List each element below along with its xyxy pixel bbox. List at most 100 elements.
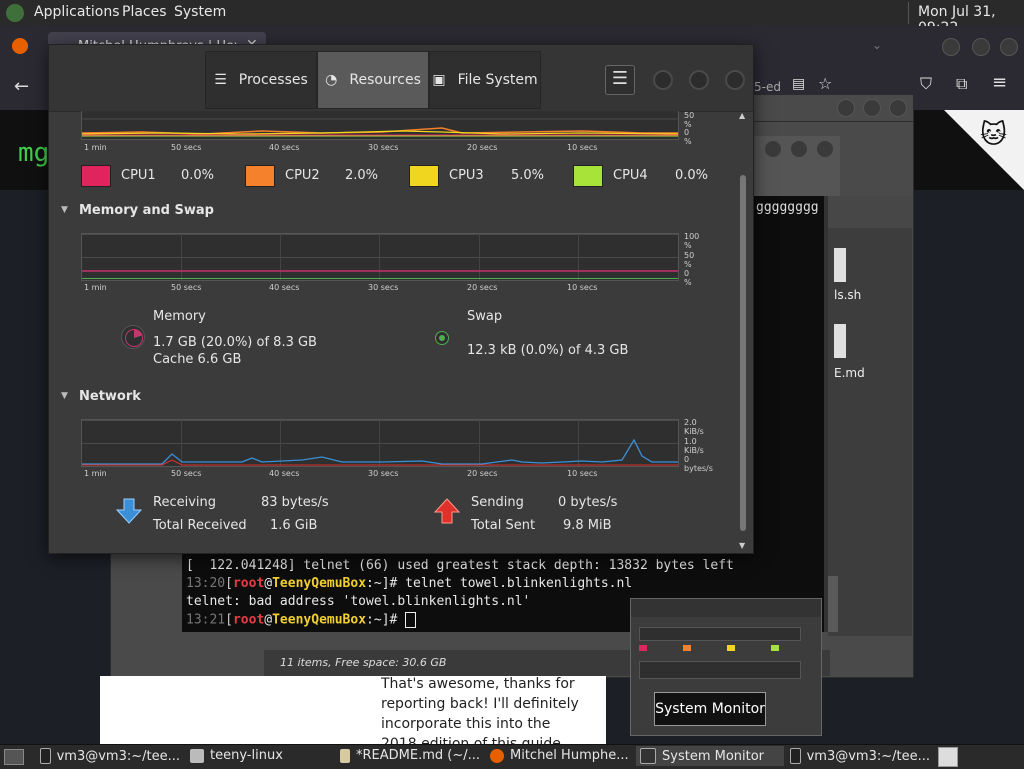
scroll-down-icon[interactable]: ▼ [739, 541, 745, 550]
net-y-tick-1k: 1.0 KiB/s [684, 437, 704, 455]
task-system-monitor[interactable]: System Monitor [636, 746, 784, 766]
receiving-label: Receiving [153, 495, 217, 510]
cpu4-color-swatch[interactable] [573, 165, 603, 187]
net-y-tick-2k: 2.0 KiB/s [684, 418, 704, 436]
time-tick: 30 secs [368, 283, 399, 292]
sending-label: Sending [471, 495, 524, 510]
swap-label: Swap [467, 309, 503, 324]
sysmon-scrollbar[interactable]: ▲ ▼ [737, 111, 749, 553]
system-menu[interactable]: System [174, 4, 226, 20]
task-terminal-2[interactable]: vm3@vm3:~/tee... [790, 748, 930, 764]
firefox-icon[interactable] [12, 38, 28, 54]
comment-line-1: That's awesome, thanks for [381, 676, 575, 692]
workspace-switcher[interactable] [938, 747, 958, 767]
file-icon[interactable] [834, 248, 846, 282]
preview-header [631, 599, 821, 617]
tab-file-system[interactable]: ▣ File System [429, 51, 541, 109]
fm-close-button[interactable] [889, 99, 907, 117]
scrollbar-thumb[interactable] [740, 175, 746, 531]
memory-section-title[interactable]: Memory and Swap [79, 203, 214, 218]
show-desktop-icon[interactable] [4, 749, 24, 765]
cpu2-color-swatch[interactable] [245, 165, 275, 187]
maximize-button[interactable] [972, 38, 990, 56]
time-tick: 1 min [84, 143, 107, 152]
time-tick: 20 secs [467, 469, 498, 478]
net-y-tick-0: 0 bytes/s [684, 455, 713, 473]
cpu1-color-swatch[interactable] [81, 165, 111, 187]
comment-line-2: reporting back! I'll definitely [381, 696, 579, 712]
memory-time-axis: 1 min 50 secs 40 secs 30 secs 20 secs 10… [81, 283, 677, 295]
terminal-scrollbar[interactable] [824, 196, 828, 632]
taskbar-tooltip: System Monitor [654, 692, 766, 726]
cpu4-value: 0.0% [675, 168, 709, 183]
extensions-icon[interactable]: ⧉ [956, 74, 967, 94]
send-arrow-icon[interactable] [433, 497, 461, 525]
network-section-title[interactable]: Network [79, 389, 141, 404]
comment-line-3: incorporate this into the [381, 716, 551, 732]
network-expander-icon[interactable]: ▼ [61, 391, 68, 401]
sysmon-minimize-button[interactable] [653, 70, 673, 90]
minimize-button[interactable] [942, 38, 960, 56]
back-arrow-icon[interactable]: ← [14, 76, 29, 97]
terminal-line-2: 13:20[root@TeenyQemuBox:~]# telnet towel… [186, 576, 633, 591]
terminal-line-4: 13:21[root@TeenyQemuBox:~]# [186, 612, 417, 628]
task-readme[interactable]: *README.md (~/... [340, 748, 480, 763]
cpu3-color-swatch[interactable] [409, 165, 439, 187]
pane-scrollbar[interactable] [828, 576, 838, 632]
places-menu[interactable]: Places [122, 4, 167, 20]
tab-list-chevron-icon[interactable]: ⌄ [872, 38, 882, 52]
w2-close-button[interactable] [816, 140, 834, 158]
memory-label: Memory [153, 309, 206, 324]
receive-arrow-icon[interactable] [115, 497, 143, 525]
memory-usage-line [82, 270, 678, 272]
distro-logo-icon[interactable] [6, 4, 24, 22]
cpu1-value: 0.0% [181, 168, 215, 183]
pocket-icon[interactable]: ⛉ [920, 74, 932, 94]
close-button[interactable] [1000, 38, 1018, 56]
time-tick: 1 min [84, 283, 107, 292]
task-terminal-1[interactable]: vm3@vm3:~/tee... [40, 748, 180, 764]
preview-cpu-graph [639, 627, 801, 641]
time-tick: 1 min [84, 469, 107, 478]
file-label-1[interactable]: ls.sh [834, 288, 861, 302]
time-tick: 20 secs [467, 143, 498, 152]
sysmon-menu-button[interactable]: ☰ [605, 65, 635, 95]
memory-pie-icon[interactable] [121, 325, 145, 349]
mem-y-tick-50: 50 % [684, 251, 695, 269]
time-tick: 50 secs [171, 469, 202, 478]
fm-minimize-button[interactable] [837, 99, 855, 117]
sysmon-close-button[interactable] [725, 70, 745, 90]
hamburger-menu-icon[interactable]: ≡ [992, 72, 1007, 93]
applications-menu[interactable]: Applications [34, 4, 120, 20]
top-panel: Applications Places System Mon Jul 31, 0… [0, 0, 1024, 36]
bookmark-star-icon[interactable]: ☆ [818, 74, 832, 93]
total-sent-value: 9.8 MiB [563, 518, 612, 533]
tab-resources[interactable]: ◔ Resources [317, 51, 429, 109]
folder-icon [190, 748, 204, 763]
time-tick: 40 secs [269, 469, 300, 478]
receiving-value: 83 bytes/s [261, 495, 329, 510]
sysmon-maximize-button[interactable] [689, 70, 709, 90]
file-label-2[interactable]: E.md [834, 366, 865, 380]
total-sent-label: Total Sent [471, 518, 536, 533]
gauge-icon: ◔ [325, 72, 338, 88]
time-tick: 50 secs [171, 283, 202, 292]
time-tick: 30 secs [368, 143, 399, 152]
tab-processes[interactable]: ☰ Processes [205, 51, 317, 109]
memory-expander-icon[interactable]: ▼ [61, 205, 68, 215]
file-icon-2[interactable] [834, 324, 846, 358]
task-firefox[interactable]: Mitchel Humphe... [490, 748, 630, 763]
scroll-up-icon[interactable]: ▲ [739, 111, 745, 120]
fm-maximize-button[interactable] [863, 99, 881, 117]
w2-maximize-button[interactable] [790, 140, 808, 158]
task-teeny-linux[interactable]: teeny-linux [190, 748, 330, 763]
swap-usage-line [82, 278, 678, 279]
w2-minimize-button[interactable] [764, 140, 782, 158]
cpu-y-tick-50: 50 % [684, 111, 695, 129]
network-time-axis: 1 min 50 secs 40 secs 30 secs 20 secs 10… [81, 469, 677, 481]
editor-icon [340, 748, 350, 763]
swap-pie-icon[interactable] [435, 331, 449, 345]
reader-view-icon[interactable]: ▤ [792, 76, 805, 92]
url-fragment[interactable]: 5-ed [754, 80, 781, 94]
sysmon-header-bar: ☰ Processes ◔ Resources ▣ File System ☰ [49, 45, 753, 112]
